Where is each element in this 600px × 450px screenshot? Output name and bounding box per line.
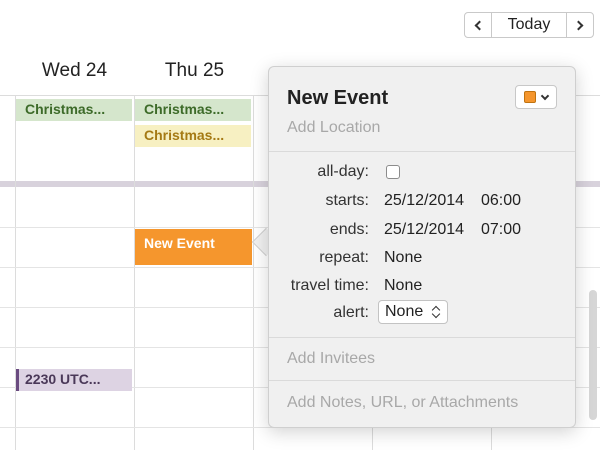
add-invitees-field[interactable]: Add Invitees <box>287 350 375 368</box>
chevron-right-icon <box>573 20 584 30</box>
event-christmas-thu[interactable]: Christmas... <box>135 99 251 121</box>
starts-label: starts: <box>325 192 369 209</box>
chevron-down-icon <box>540 91 550 100</box>
travel-time-label: travel time: <box>290 277 369 294</box>
popover-divider <box>269 337 575 338</box>
column-divider <box>253 95 254 450</box>
up-down-arrows-icon <box>432 304 441 320</box>
day-header-thu: Thu 25 <box>164 60 225 81</box>
event-2230-utc[interactable]: 2230 UTC... <box>16 369 132 391</box>
allday-label: all-day: <box>317 163 369 180</box>
day-header-wed: Wed 24 <box>41 60 108 81</box>
starts-date-field[interactable]: 25/12/2014 <box>384 192 464 210</box>
event-new-event[interactable]: New Event <box>135 229 252 265</box>
new-event-popover: New Event Add Location all-day: starts: … <box>268 66 576 428</box>
column-divider <box>15 95 16 450</box>
allday-checkbox[interactable] <box>386 165 400 179</box>
next-week-button[interactable] <box>566 12 594 38</box>
starts-time-field[interactable]: 06:00 <box>481 192 521 210</box>
ends-time-field[interactable]: 07:00 <box>481 221 521 239</box>
chevron-left-icon <box>474 20 485 30</box>
location-field[interactable]: Add Location <box>287 119 380 137</box>
popover-divider <box>269 151 575 152</box>
event-christmas-thu-2[interactable]: Christmas... <box>135 125 251 147</box>
add-notes-field[interactable]: Add Notes, URL, or Attachments <box>287 394 518 412</box>
popover-divider <box>269 380 575 381</box>
calendar-color-swatch <box>524 91 536 103</box>
ends-date-field[interactable]: 25/12/2014 <box>384 221 464 239</box>
alert-select-value: None <box>385 303 424 320</box>
today-button[interactable]: Today <box>492 12 566 38</box>
previous-week-button[interactable] <box>464 12 492 38</box>
alert-label: alert: <box>333 304 369 321</box>
column-divider <box>134 95 135 450</box>
event-title-field[interactable]: New Event <box>287 87 388 110</box>
scrollbar[interactable] <box>589 290 597 420</box>
calendar-color-picker[interactable] <box>515 85 557 109</box>
date-navigation: Today <box>464 12 594 38</box>
travel-time-field[interactable]: None <box>384 277 422 295</box>
event-christmas-wed[interactable]: Christmas... <box>16 99 132 121</box>
repeat-label: repeat: <box>319 249 369 266</box>
ends-label: ends: <box>329 221 369 238</box>
repeat-field[interactable]: None <box>384 249 422 267</box>
alert-select[interactable]: None <box>378 300 448 324</box>
